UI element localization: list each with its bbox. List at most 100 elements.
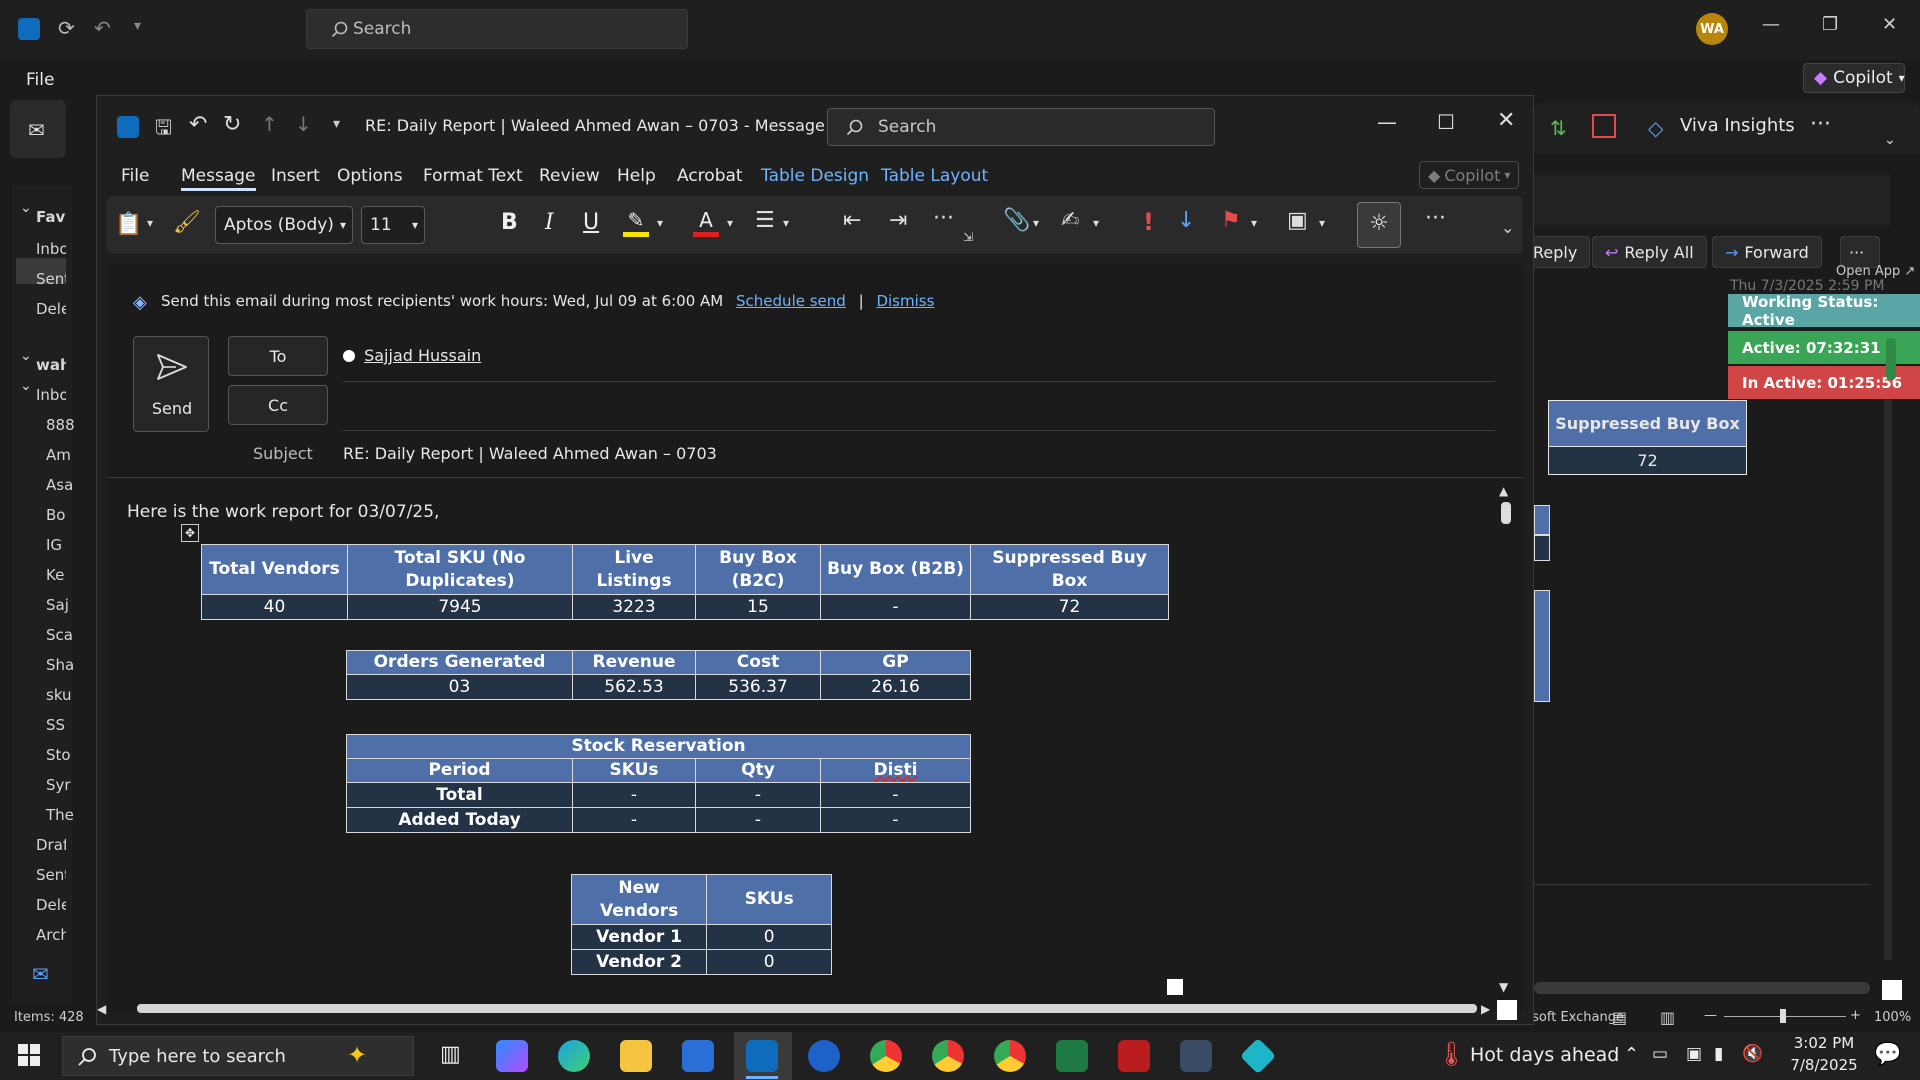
mail-icon[interactable]: ✉: [28, 118, 45, 142]
minimize-icon[interactable]: —: [1762, 14, 1780, 35]
bullets-icon[interactable]: ☰: [755, 208, 775, 233]
reading-view-icon[interactable]: ▥: [1660, 1008, 1675, 1027]
cc-field[interactable]: [343, 388, 1495, 428]
weather-text[interactable]: Hot days ahead: [1470, 1044, 1619, 1066]
folder-item[interactable]: wah: [36, 356, 66, 374]
more-formatting-icon[interactable]: ···: [933, 206, 954, 231]
save-icon[interactable]: 🖫: [155, 113, 172, 147]
table-cell[interactable]: -: [695, 807, 821, 833]
menu-table-design[interactable]: Table Design: [761, 166, 869, 186]
table-row-label[interactable]: Vendor 1: [570, 924, 708, 950]
microsoft-store-icon[interactable]: [682, 1040, 714, 1072]
subject-field[interactable]: RE: Daily Report | Waleed Ahmed Awan – 0…: [343, 444, 717, 463]
table-row-label[interactable]: Added Today: [346, 807, 573, 833]
folder-item[interactable]: SS: [46, 716, 76, 734]
schedule-send-link[interactable]: Schedule send: [736, 292, 846, 310]
folder-item[interactable]: Asa: [46, 476, 76, 494]
meet-now-icon[interactable]: ▣: [1686, 1044, 1702, 1064]
table-cell[interactable]: -: [820, 807, 971, 833]
apps-grid-icon[interactable]: [1592, 114, 1616, 138]
chevron-down-icon[interactable]: ▾: [1033, 216, 1039, 230]
next-item-icon[interactable]: ↓: [295, 112, 312, 136]
bg-search-box[interactable]: Search: [306, 9, 688, 49]
highlight-icon[interactable]: ✎: [623, 208, 649, 238]
restore-icon[interactable]: ❐: [1822, 14, 1838, 35]
folder-item[interactable]: The: [46, 806, 76, 824]
table-cell[interactable]: -: [695, 782, 821, 808]
redo-icon[interactable]: ↻: [223, 112, 241, 137]
undo-icon[interactable]: ↶: [189, 112, 207, 137]
folder-item[interactable]: Dele: [36, 300, 66, 318]
chevron-down-icon[interactable]: ▾: [783, 216, 789, 230]
sync-icon[interactable]: ⟳: [58, 16, 75, 40]
chrome-icon[interactable]: [870, 1040, 902, 1072]
chevron-down-icon[interactable]: ⌄: [20, 348, 32, 364]
table-cell[interactable]: 536.37: [695, 674, 821, 700]
table-cell[interactable]: 03: [346, 674, 573, 700]
cc-button[interactable]: Cc: [228, 385, 328, 425]
send-button[interactable]: Send: [133, 336, 209, 432]
more-options-icon[interactable]: ···: [1810, 112, 1831, 137]
categorize-icon[interactable]: ⇅: [1550, 116, 1567, 140]
to-recipient[interactable]: Sajjad Hussain: [364, 346, 481, 365]
normal-view-icon[interactable]: ▤: [1612, 1008, 1627, 1027]
folder-item[interactable]: sku: [46, 686, 76, 704]
volume-muted-icon[interactable]: 🔇: [1742, 1044, 1763, 1064]
avatar[interactable]: WA: [1696, 13, 1728, 45]
edge-browser-icon[interactable]: [558, 1040, 590, 1072]
table-cell[interactable]: -: [572, 807, 696, 833]
folder-item[interactable]: Am: [46, 446, 76, 464]
outlook-taskbar-icon[interactable]: [746, 1040, 778, 1072]
folder-item[interactable]: Sto: [46, 746, 76, 764]
folder-item[interactable]: Syr: [46, 776, 76, 794]
more-options-icon[interactable]: ···: [1425, 206, 1446, 231]
table-cell[interactable]: -: [572, 782, 696, 808]
chevron-up-icon[interactable]: ⌃: [1624, 1044, 1639, 1065]
attach-file-icon[interactable]: 📎: [1003, 208, 1030, 233]
weather-icon[interactable]: 🌡: [1436, 1040, 1466, 1068]
windows-start-icon[interactable]: [18, 1044, 40, 1066]
follow-up-flag-icon[interactable]: ⚑: [1221, 208, 1241, 233]
folder-item[interactable]: Sca: [46, 626, 76, 644]
customize-toolbar-icon[interactable]: ▾: [134, 18, 141, 34]
menu-insert[interactable]: Insert: [271, 166, 320, 186]
table-cell[interactable]: 3223: [572, 594, 696, 620]
chevron-down-icon[interactable]: ⌄: [20, 200, 32, 216]
scroll-down-icon[interactable]: ▼: [1499, 980, 1508, 994]
chevron-down-icon[interactable]: ⌄: [1501, 218, 1514, 237]
decrease-indent-icon[interactable]: ⇤: [843, 208, 861, 233]
table-cell[interactable]: 0: [706, 949, 833, 975]
to-field[interactable]: Sajjad Hussain: [343, 346, 481, 365]
network-icon[interactable]: ▭: [1652, 1044, 1668, 1064]
bg-copilot-button[interactable]: ◆ Copilot ▾: [1803, 63, 1905, 93]
folder-item[interactable]: Sent: [36, 866, 66, 884]
font-size-dropdown[interactable]: 11 ▾: [361, 206, 425, 244]
dark-mode-toggle-icon[interactable]: ☼: [1357, 202, 1401, 248]
table-cell[interactable]: 15: [695, 594, 821, 620]
paste-icon[interactable]: 📋: [115, 212, 142, 237]
battery-icon[interactable]: ▮: [1714, 1044, 1723, 1064]
file-explorer-icon[interactable]: [620, 1040, 652, 1072]
bg-vertical-scrollbar[interactable]: [1884, 340, 1892, 960]
dismiss-link[interactable]: Dismiss: [876, 292, 934, 310]
chevron-down-icon[interactable]: ▾: [1093, 216, 1099, 230]
filezilla-icon[interactable]: [1118, 1040, 1150, 1072]
resize-handle[interactable]: [1167, 979, 1183, 995]
table-cell[interactable]: 0: [706, 924, 833, 950]
table-row-label[interactable]: Vendor 2: [570, 949, 708, 975]
copilot-app-icon[interactable]: [496, 1040, 528, 1072]
folder-item[interactable]: Inbo: [36, 386, 66, 404]
taskbar-search-box[interactable]: Type here to search ✦: [62, 1036, 414, 1076]
folder-item[interactable]: Arch: [36, 926, 66, 944]
close-icon[interactable]: ✕: [1497, 108, 1515, 133]
menu-options[interactable]: Options: [337, 166, 403, 186]
table-move-handle-icon[interactable]: ✥: [181, 524, 199, 542]
bg-file-tab[interactable]: File: [26, 70, 54, 90]
table-cell[interactable]: 7945: [347, 594, 573, 620]
body-intro-text[interactable]: Here is the work report for 03/07/25,: [127, 502, 439, 522]
folder-item[interactable]: Sha: [46, 656, 76, 674]
clock-time[interactable]: 3:02 PM: [1782, 1034, 1866, 1052]
clock-date[interactable]: 7/8/2025: [1782, 1056, 1866, 1074]
menu-format-text[interactable]: Format Text: [423, 166, 523, 186]
sensitivity-icon[interactable]: ▣: [1287, 208, 1308, 233]
